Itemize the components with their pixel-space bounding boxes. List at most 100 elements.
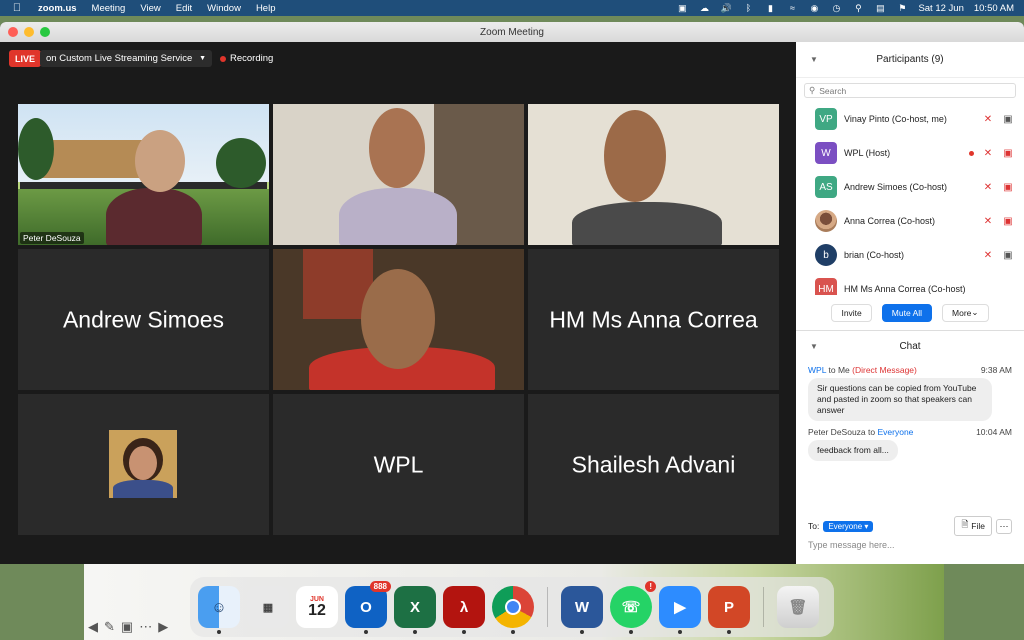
zoom-status-icon[interactable]: ▣ — [676, 3, 688, 14]
acrobat-icon[interactable]: λ — [443, 586, 485, 634]
message-to-word: to — [828, 365, 836, 375]
participant-name: HM Ms Anna Correa (Co-host) — [844, 284, 966, 294]
outlook-icon[interactable]: O 888 — [345, 581, 391, 634]
excel-icon[interactable]: X — [394, 586, 436, 634]
minimize-window-button[interactable] — [24, 27, 34, 37]
chevron-down-icon[interactable]: ▼ — [810, 342, 818, 351]
powerpoint-icon[interactable]: P — [708, 586, 750, 634]
title-bar: Zoom Meeting — [0, 22, 1024, 42]
chevron-down-icon[interactable]: ▼ — [810, 55, 818, 64]
more-icon[interactable]: ⋯ — [139, 619, 152, 635]
search-icon[interactable]: ⚲ — [852, 3, 864, 14]
user-icon[interactable]: ◉ — [808, 3, 820, 14]
chevron-down-icon: ⌄ — [971, 307, 979, 317]
finder-icon[interactable]: ☺ — [198, 586, 240, 634]
video-tile-anna-correa[interactable] — [18, 394, 269, 535]
camera-off-icon[interactable]: ▣ — [1002, 216, 1014, 227]
chevron-down-icon: ▼ — [199, 55, 206, 62]
menubar-time[interactable]: 10:50 AM — [974, 3, 1014, 14]
participant-row[interactable]: HM HM Ms Anna Correa (Co-host) — [796, 272, 1024, 295]
video-tile-participant[interactable] — [273, 104, 524, 245]
video-tile-hm-ms-anna-correa[interactable]: HM Ms Anna Correa — [528, 249, 779, 390]
invite-button[interactable]: Invite — [831, 303, 872, 322]
participant-row[interactable]: Anna Correa (Co-host) ✕ ▣ — [796, 204, 1024, 238]
maximize-window-button[interactable] — [40, 27, 50, 37]
live-badge[interactable]: LIVE — [9, 50, 42, 67]
arrow-right-icon[interactable]: ▶ — [158, 619, 168, 635]
close-window-button[interactable] — [8, 27, 18, 37]
live-stream-label: on Custom Live Streaming Service — [46, 53, 193, 64]
mic-muted-icon[interactable]: ✕ — [982, 114, 994, 125]
more-button[interactable]: More ⌄ — [942, 303, 989, 322]
mic-muted-icon[interactable]: ✕ — [982, 182, 994, 193]
launchpad-icon[interactable]: ▦ — [247, 586, 289, 628]
recording-indicator[interactable]: Recording — [220, 50, 273, 67]
participants-title: Participants (9) — [876, 54, 944, 65]
message-sender[interactable]: Peter DeSouza — [808, 427, 866, 437]
video-tile-participant[interactable] — [528, 104, 779, 245]
menu-view[interactable]: View — [140, 3, 160, 14]
message-bubble: Sir questions can be copied from YouTube… — [808, 378, 992, 422]
video-tile-participant[interactable] — [273, 249, 524, 390]
pencil-icon[interactable]: ✎ — [104, 619, 115, 635]
trash-icon[interactable]: 🗑 — [777, 586, 819, 628]
screenshot-icon[interactable]: ▣ — [121, 619, 133, 635]
message-meta: WPL to Me (Direct Message) 9:38 AM — [808, 365, 1012, 375]
camera-off-icon[interactable]: ▣ — [1002, 148, 1014, 159]
participant-name: Andrew Simoes (Co-host) — [844, 182, 948, 192]
camera-icon[interactable]: ▣ — [1002, 114, 1014, 125]
camera-off-icon[interactable]: ▣ — [1002, 182, 1014, 193]
video-tile-andrew-simoes[interactable]: Andrew Simoes — [18, 249, 269, 390]
word-icon[interactable]: W — [561, 586, 603, 634]
avatar: b — [815, 244, 837, 266]
mic-muted-icon[interactable]: ✕ — [982, 216, 994, 227]
recipient-select[interactable]: Everyone ▾ — [823, 520, 874, 532]
chat-message-input[interactable]: Type message here... — [808, 540, 1012, 550]
participant-search-input[interactable]: ⚲ Search — [804, 83, 1016, 98]
mute-all-button[interactable]: Mute All — [881, 303, 933, 322]
record-dot-icon — [220, 55, 226, 62]
more-options-icon[interactable]: ⋯ — [996, 518, 1012, 534]
running-indicator — [629, 630, 633, 634]
zoom-icon[interactable]: ▶ — [659, 586, 701, 634]
tile-name: Andrew Simoes — [62, 306, 225, 332]
menu-help[interactable]: Help — [256, 3, 276, 14]
search-icon: ⚲ — [809, 85, 816, 95]
status-area: ▣ ☁ 🔊 ᛒ ▮ ≈ ◉ ◷ ⚲ ▤ ⚑ Sat 12 Jun 10:50 A… — [676, 0, 1014, 16]
calendar-icon[interactable]: JUN 12 — [296, 586, 338, 628]
video-tile-wpl[interactable]: WPL — [273, 394, 524, 535]
apple-icon[interactable]:  — [10, 2, 24, 14]
arrow-left-icon[interactable]: ◀ — [88, 619, 98, 635]
participant-row[interactable]: VP Vinay Pinto (Co-host, me) ✕ ▣ — [796, 102, 1024, 136]
participant-name: WPL (Host) — [844, 148, 891, 158]
camera-icon[interactable]: ▣ — [1002, 250, 1014, 261]
menu-app-name[interactable]: zoom.us — [38, 3, 77, 14]
bluetooth-icon[interactable]: ᛒ — [742, 3, 754, 13]
file-button[interactable]: 🗎 File — [954, 516, 992, 536]
wifi-icon[interactable]: ≈ — [786, 3, 798, 13]
chrome-icon[interactable] — [492, 586, 534, 634]
mic-muted-icon[interactable]: ✕ — [982, 148, 994, 159]
menu-edit[interactable]: Edit — [176, 3, 192, 14]
participant-row[interactable]: AS Andrew Simoes (Co-host) ✕ ▣ — [796, 170, 1024, 204]
clock-icon[interactable]: ◷ — [830, 3, 842, 14]
chat-messages: WPL to Me (Direct Message) 9:38 AM Sir q… — [796, 365, 1024, 462]
menu-window[interactable]: Window — [207, 3, 241, 14]
creative-cloud-icon[interactable]: ☁ — [698, 3, 710, 14]
participant-row[interactable]: b brian (Co-host) ✕ ▣ — [796, 238, 1024, 272]
mic-muted-icon[interactable]: ✕ — [982, 250, 994, 261]
control-center-icon[interactable]: ▤ — [874, 3, 886, 14]
whatsapp-icon[interactable]: ☏! — [610, 581, 656, 634]
menubar-date[interactable]: Sat 12 Jun — [918, 3, 963, 14]
volume-icon[interactable]: 🔊 — [720, 3, 732, 14]
flag-icon[interactable]: ⚑ — [896, 3, 908, 14]
message-sender[interactable]: WPL — [808, 365, 826, 375]
video-tile-shailesh-advani[interactable]: Shailesh Advani — [528, 394, 779, 535]
window-title: Zoom Meeting — [480, 26, 544, 38]
battery-icon[interactable]: ▮ — [764, 3, 776, 14]
participant-row[interactable]: W WPL (Host) ✕ ▣ — [796, 136, 1024, 170]
live-stream-selector[interactable]: on Custom Live Streaming Service ▼ — [40, 50, 212, 67]
menu-meeting[interactable]: Meeting — [92, 3, 126, 14]
tile-name: WPL — [373, 451, 424, 477]
video-tile-peter-desouza[interactable]: Peter DeSouza — [18, 104, 269, 245]
